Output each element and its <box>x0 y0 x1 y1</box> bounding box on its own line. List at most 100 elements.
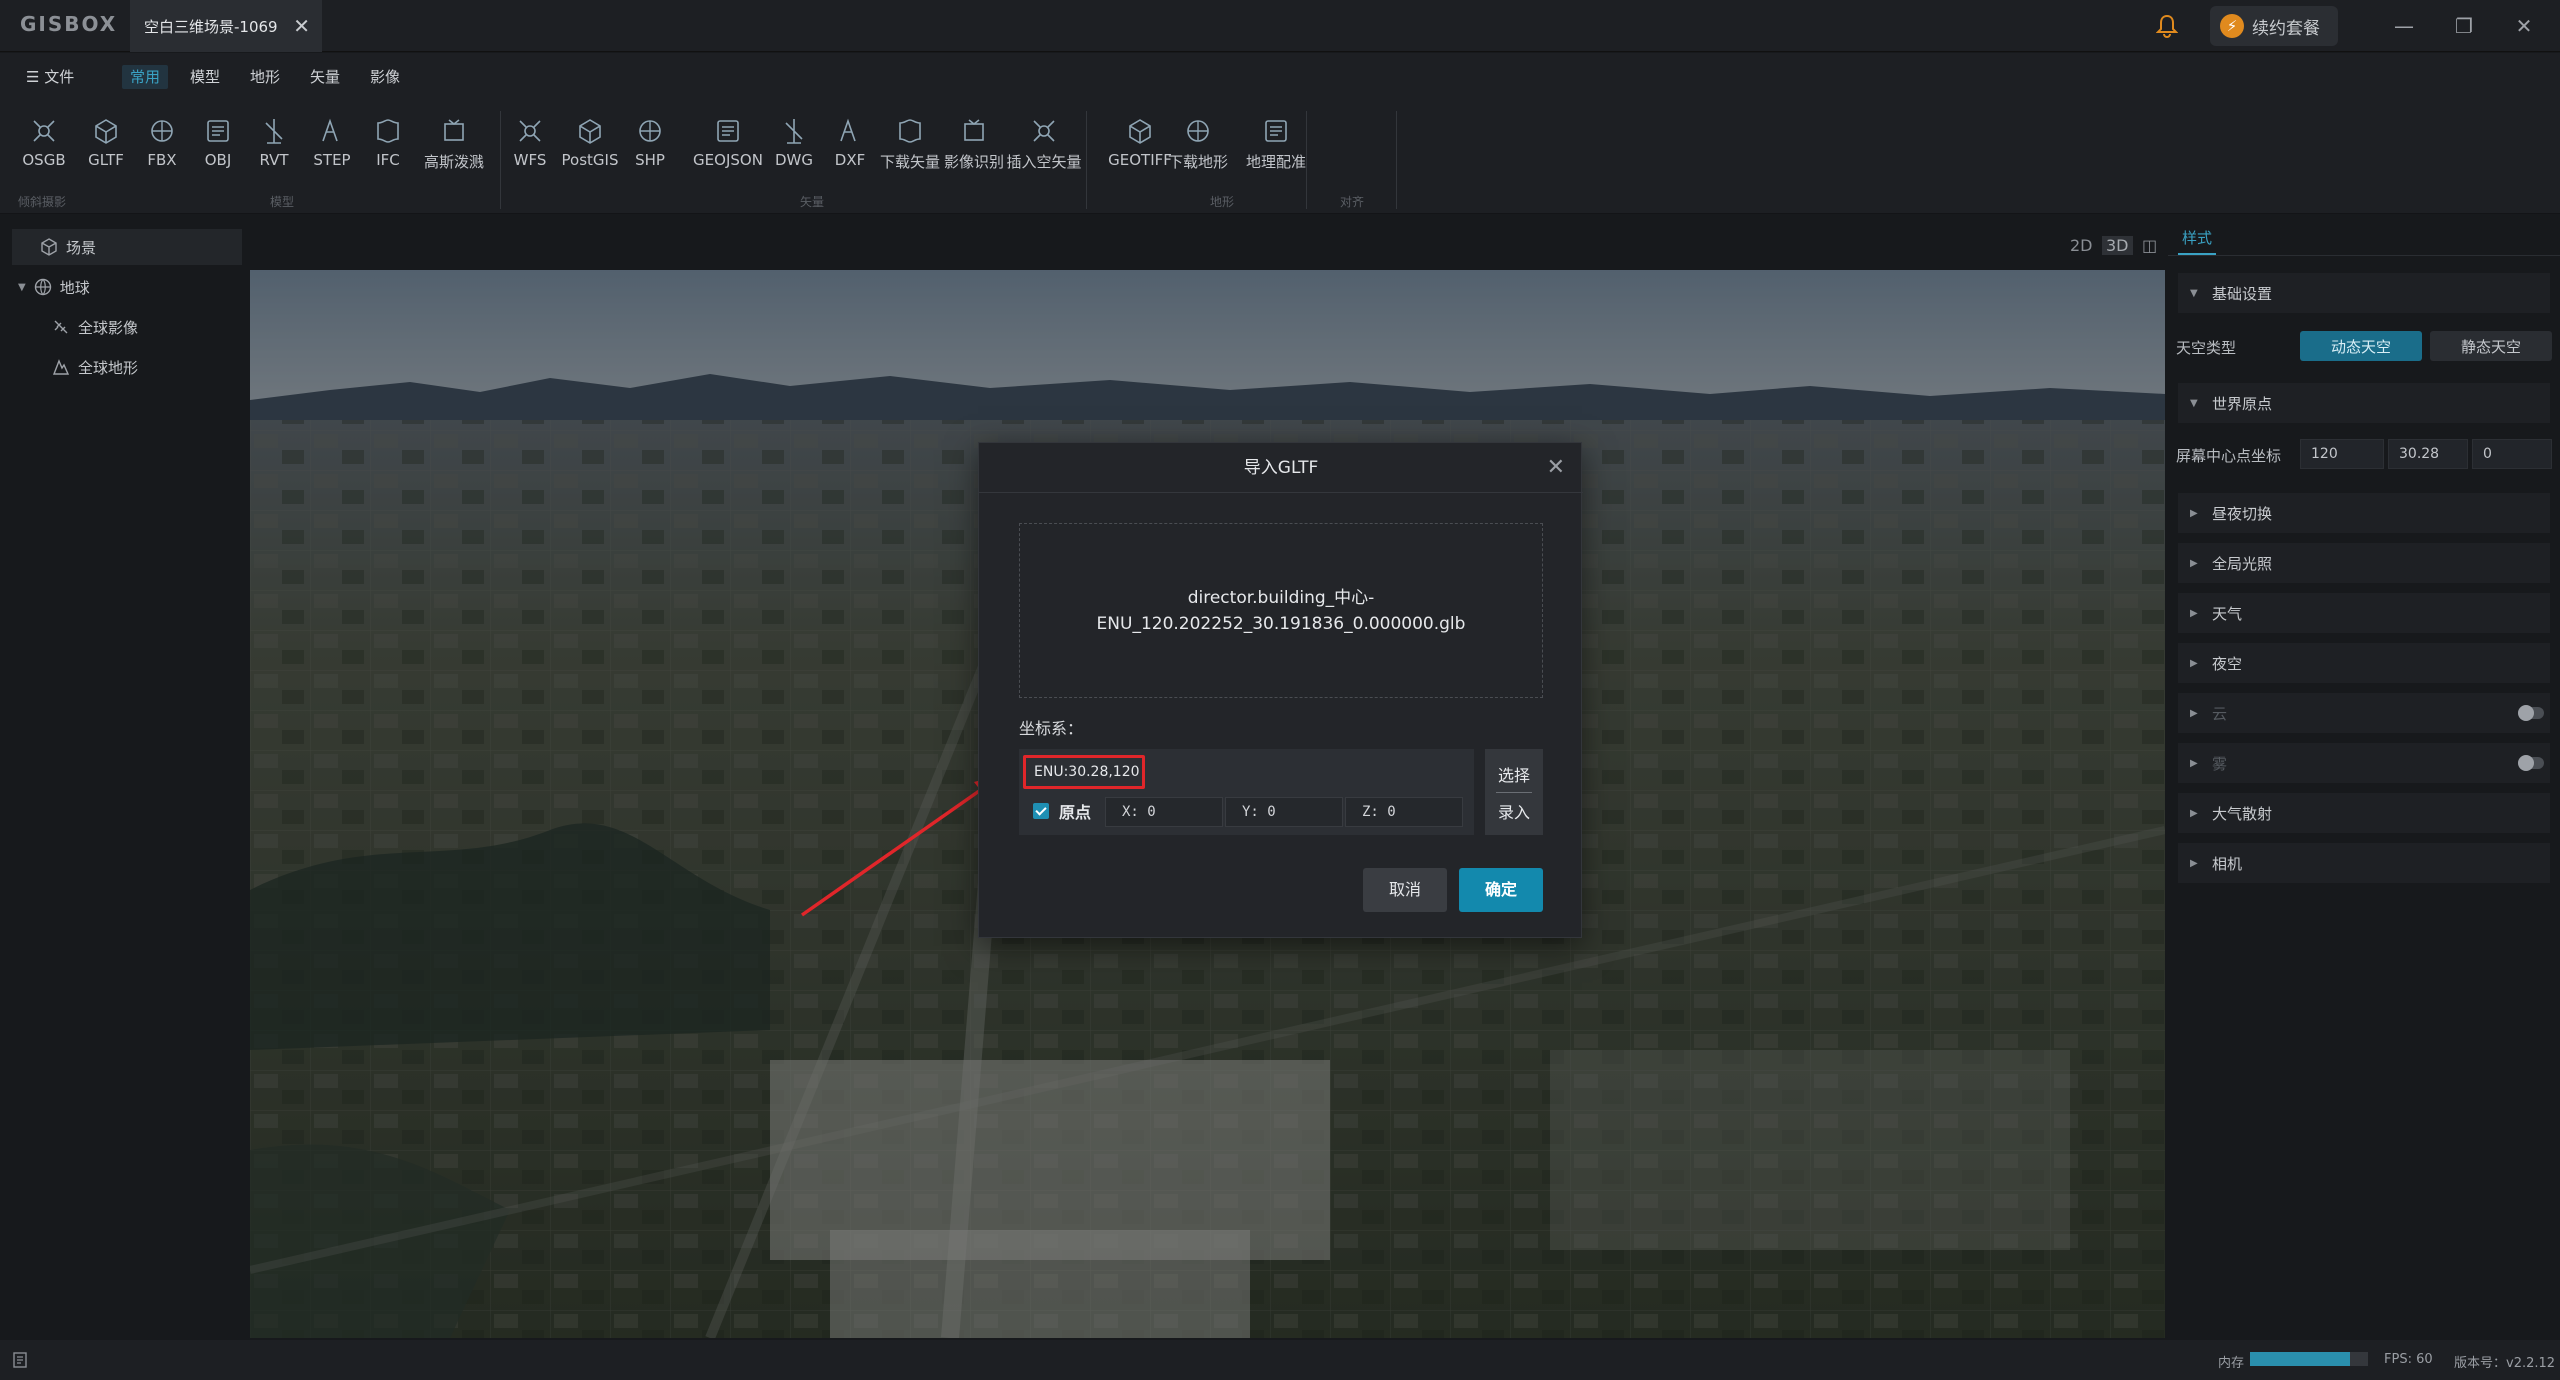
tab-vector[interactable]: 矢量 <box>310 65 340 89</box>
ribbon-group-divider <box>500 111 501 209</box>
ribbon-step-button[interactable]: STEP <box>310 113 354 183</box>
ribbon-postgis-button[interactable]: PostGIS <box>560 113 620 183</box>
caret-right-icon: ▶ <box>2190 707 2198 719</box>
fog-toggle[interactable] <box>2518 755 2544 771</box>
ribbon-shp-button[interactable]: SHP <box>628 113 672 183</box>
crs-box: ENU:30.28,120 原点 X: 0 Y: 0 Z: 0 <box>1019 749 1474 835</box>
section-night-sky[interactable]: ▶ 夜空 <box>2178 643 2550 683</box>
ribbon-download-vector-button[interactable]: 下载矢量 <box>878 113 942 183</box>
view-mode-bar <box>250 215 2165 270</box>
tab-imagery[interactable]: 影像 <box>370 65 400 89</box>
ribbon-fbx-label: FBX <box>147 151 177 169</box>
image-recognition-icon <box>964 119 984 141</box>
ribbon-dxf-button[interactable]: DXF <box>828 113 872 183</box>
section-world-origin[interactable]: ▼ 世界原点 <box>2178 383 2550 423</box>
origin-x-input[interactable]: X: 0 <box>1105 797 1223 827</box>
crs-label: 坐标系： <box>1019 719 1084 738</box>
fps-readout: FPS: 60 <box>2384 1352 2433 1367</box>
download-terrain-icon <box>1187 120 1209 142</box>
cancel-button[interactable]: 取消 <box>1363 868 1447 912</box>
section-cloud[interactable]: ▶ 云 <box>2178 693 2550 733</box>
section-basic-settings[interactable]: ▼ 基础设置 <box>2178 273 2550 313</box>
section-fog[interactable]: ▶ 雾 <box>2178 743 2550 783</box>
origin-checkbox[interactable] <box>1033 803 1049 819</box>
ribbon-wfs-button[interactable]: WFS <box>508 113 552 183</box>
file-menu[interactable]: ☰ 文件 <box>26 65 74 89</box>
dialog-close-icon[interactable]: ✕ <box>1547 455 1565 480</box>
tab-common[interactable]: 常用 <box>122 65 169 89</box>
ribbon-download-terrain-button[interactable]: 下载地形 <box>1166 113 1230 183</box>
ribbon-image-recognition-button[interactable]: 影像识别 <box>942 113 1006 183</box>
document-tab[interactable]: 空白三维场景-1069 ✕ <box>130 0 322 52</box>
screen-center-lon-input[interactable]: 120 <box>2300 439 2384 469</box>
download-vector-icon <box>899 119 921 143</box>
view-2d-button[interactable]: 2D <box>2070 236 2093 255</box>
ribbon-gltf-button[interactable]: GLTF <box>84 113 128 183</box>
ribbon-georeference-label: 地理配准 <box>1245 153 1306 171</box>
sky-dynamic-button[interactable]: 动态天空 <box>2300 331 2422 361</box>
memory-label: 内存 <box>2218 1356 2245 1371</box>
ribbon-georeference-button[interactable]: 地理配准 <box>1244 113 1308 183</box>
tree-item-scene[interactable]: 场景 <box>40 229 96 265</box>
close-tab-icon[interactable]: ✕ <box>293 14 310 38</box>
obj-icon <box>207 120 229 142</box>
section-night-sky-label: 夜空 <box>2212 654 2243 673</box>
ribbon-fbx-button[interactable]: FBX <box>140 113 184 183</box>
caret-right-icon: ▶ <box>2190 857 2198 869</box>
ribbon-insert-empty-vector-button[interactable]: 插入空矢量 <box>1004 113 1084 183</box>
ribbon-rvt-button[interactable]: RVT <box>252 113 296 183</box>
crs-value-input[interactable]: ENU:30.28,120 <box>1023 755 1145 789</box>
tree-item-earth[interactable]: ▼ 地球 <box>18 269 90 305</box>
tree-item-global-terrain[interactable]: 全球地形 <box>52 349 138 385</box>
sky-static-button[interactable]: 静态天空 <box>2430 331 2552 361</box>
section-global-light[interactable]: ▶ 全局光照 <box>2178 543 2550 583</box>
group-model-label: 模型 <box>270 195 295 209</box>
caret-right-icon: ▶ <box>2190 607 2198 619</box>
close-window-icon[interactable]: ✕ <box>2510 12 2538 40</box>
version-label: 版本号：v2.2.12 <box>2454 1356 2556 1371</box>
caret-down-icon[interactable]: ▼ <box>18 282 26 293</box>
split-view-icon[interactable]: ◫ <box>2142 236 2157 255</box>
ribbon-gaussian-splat-button[interactable]: 高斯泼溅 <box>420 113 488 183</box>
section-camera[interactable]: ▶ 相机 <box>2178 843 2550 883</box>
minimize-icon[interactable]: — <box>2390 12 2418 40</box>
tab-style[interactable]: 样式 <box>2178 227 2217 255</box>
document-tab-label: 空白三维场景-1069 <box>144 17 278 36</box>
screen-center-lat-input[interactable]: 30.28 <box>2388 439 2468 469</box>
ribbon-ifc-button[interactable]: IFC <box>366 113 410 183</box>
ribbon-obj-button[interactable]: OBJ <box>196 113 240 183</box>
step-icon <box>322 118 338 142</box>
ribbon-geotiff-button[interactable]: GEOTIFF <box>1108 113 1172 183</box>
section-weather[interactable]: ▶ 天气 <box>2178 593 2550 633</box>
log-icon[interactable] <box>12 1352 28 1368</box>
tab-terrain[interactable]: 地形 <box>250 65 280 89</box>
origin-z-input[interactable]: Z: 0 <box>1345 797 1463 827</box>
origin-y-input[interactable]: Y: 0 <box>1225 797 1343 827</box>
renew-plan-button[interactable]: ⚡ 续约套餐 <box>2210 6 2338 46</box>
screen-center-height-input[interactable]: 0 <box>2472 439 2552 469</box>
section-day-night[interactable]: ▶ 昼夜切换 <box>2178 493 2550 533</box>
shp-icon <box>639 120 661 142</box>
rvt-icon <box>265 119 283 144</box>
restore-icon[interactable]: ❐ <box>2450 12 2478 40</box>
confirm-button[interactable]: 确定 <box>1459 868 1543 912</box>
tab-model[interactable]: 模型 <box>190 65 220 89</box>
tree-item-global-imagery[interactable]: 全球影像 <box>52 309 138 345</box>
bell-icon[interactable] <box>2156 14 2178 38</box>
caret-right-icon: ▶ <box>2190 507 2198 519</box>
cloud-toggle[interactable] <box>2518 705 2544 721</box>
file-drop-zone[interactable]: director.building_中心- ENU_120.202252_30.… <box>1019 523 1543 698</box>
tree-item-global-imagery-label: 全球影像 <box>78 318 139 337</box>
ribbon-insert-empty-vector-label: 插入空矢量 <box>1006 153 1082 171</box>
section-cloud-label: 云 <box>2212 704 2228 723</box>
terrain-layer-icon <box>52 359 70 375</box>
ribbon-ifc-label: IFC <box>376 151 400 169</box>
section-atmosphere[interactable]: ▶ 大气散射 <box>2178 793 2550 833</box>
crs-pick-button[interactable]: 选择 录入 <box>1485 749 1543 835</box>
ribbon-dwg-button[interactable]: DWG <box>772 113 816 183</box>
view-3d-button[interactable]: 3D <box>2102 236 2133 255</box>
section-world-origin-label: 世界原点 <box>2212 394 2273 413</box>
memory-bar <box>2250 1352 2368 1366</box>
ribbon-geojson-button[interactable]: GEOJSON <box>688 113 768 183</box>
ribbon-osgb-button[interactable]: OSGB <box>22 113 66 183</box>
